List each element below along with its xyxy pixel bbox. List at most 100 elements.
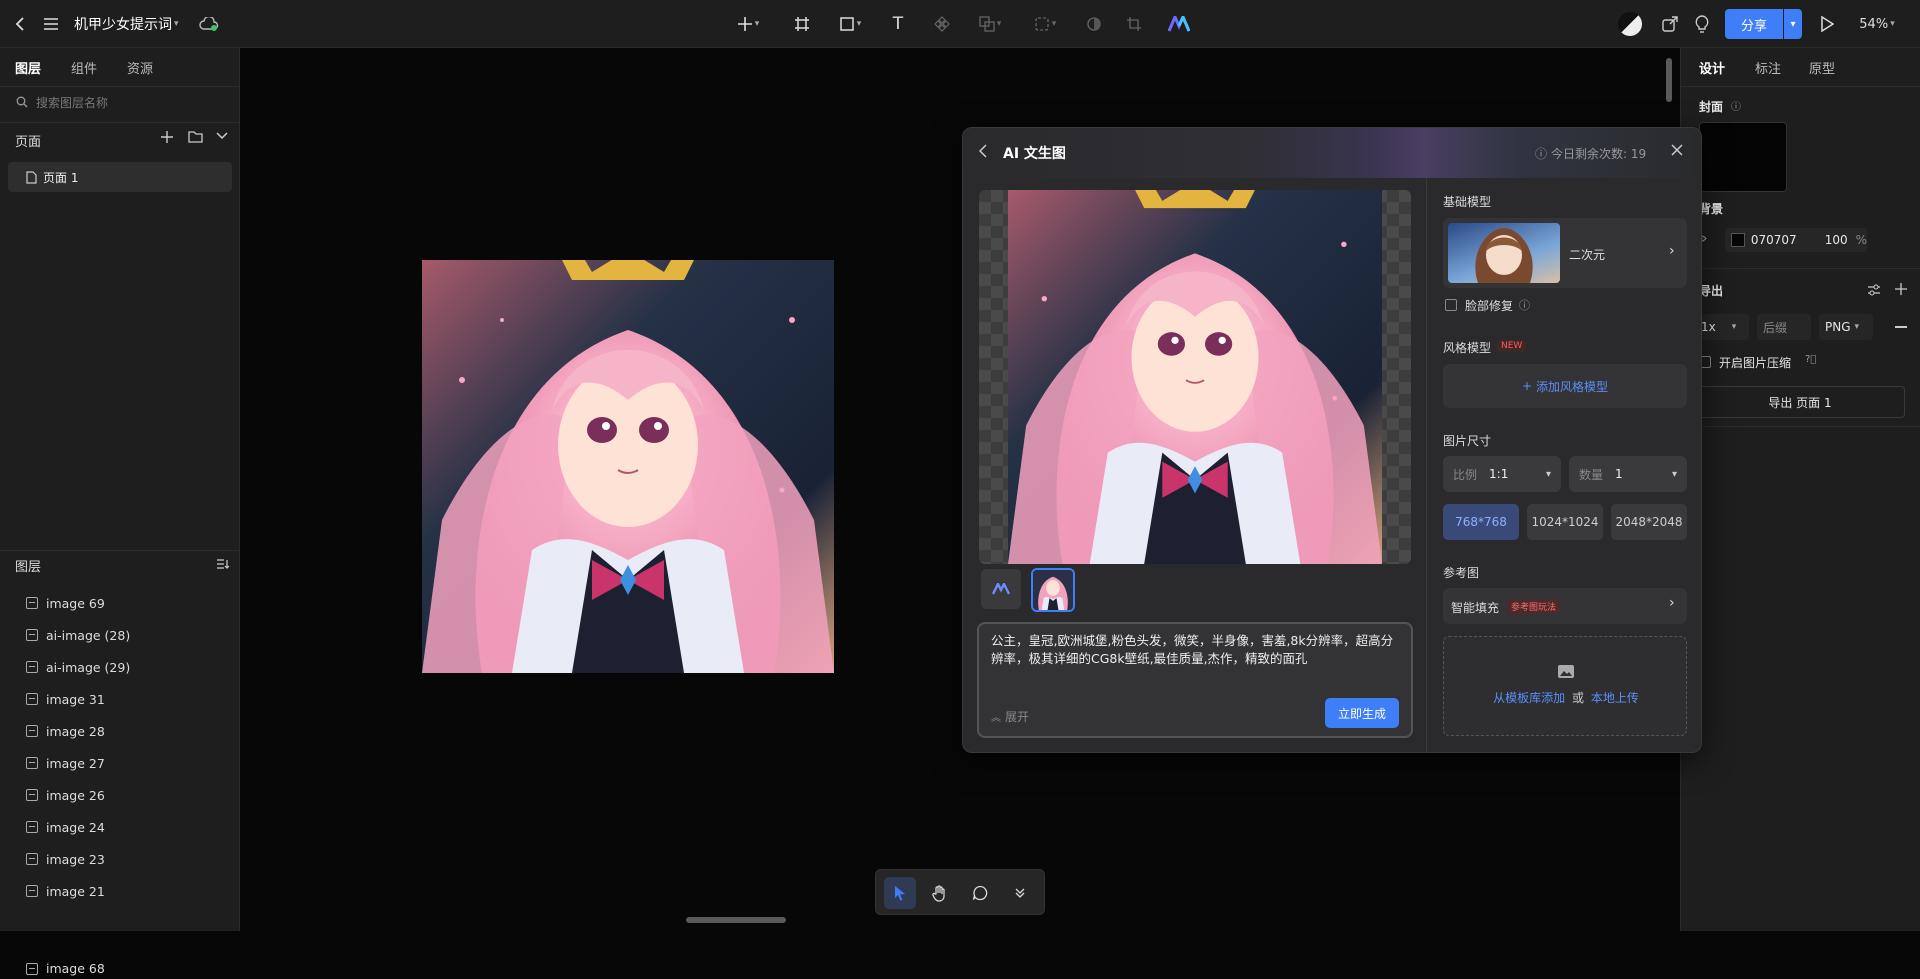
reference-upload-area[interactable]: 从模板库添加 或 本地上传	[1443, 636, 1687, 736]
add-style-button[interactable]: + 添加风格模型	[1443, 364, 1687, 408]
prompt-textarea[interactable]: 公主，皇冠,欧洲城堡,粉色头发，微笑，半身像，害羞,8k分辨率，超高分辨率，极其…	[991, 632, 1401, 668]
chevron-down-icon: ▾	[1890, 19, 1895, 29]
component-tool-icon[interactable]	[930, 12, 954, 36]
upload-local-link[interactable]: 本地上传	[1591, 691, 1639, 705]
export-settings-icon[interactable]	[1867, 284, 1881, 296]
size-option-2048[interactable]: 2048*2048	[1611, 504, 1687, 540]
cover-thumbnail[interactable]	[1699, 122, 1787, 192]
background-color-field[interactable]: 070707 100 %	[1725, 228, 1867, 252]
size-option-1024[interactable]: 1024*1024	[1527, 504, 1603, 540]
share-button[interactable]: 分享	[1725, 9, 1783, 39]
add-tool-button[interactable]: ▾	[728, 12, 768, 36]
tab-annotate[interactable]: 标注	[1755, 58, 1781, 77]
close-icon[interactable]	[1671, 144, 1685, 158]
page-icon	[26, 170, 37, 184]
lightbulb-icon[interactable]	[1690, 12, 1714, 36]
layer-item[interactable]: image 68	[26, 958, 105, 979]
layer-item[interactable]: image 69	[26, 590, 105, 616]
tab-assets[interactable]: 资源	[127, 58, 153, 77]
folder-icon[interactable]	[188, 130, 204, 146]
export-suffix-input[interactable]: 后缀	[1757, 314, 1811, 340]
crop-icon[interactable]	[1122, 12, 1146, 36]
avatar[interactable]	[1617, 12, 1643, 36]
rectangle-tool-button[interactable]: ▾	[830, 12, 870, 36]
base-model-label: 基础模型	[1443, 195, 1492, 209]
layer-item[interactable]: image 24	[26, 814, 105, 840]
background-label: 背景	[1699, 202, 1724, 216]
generate-button[interactable]: 立即生成	[1325, 698, 1399, 728]
comment-tool-icon[interactable]	[964, 877, 996, 909]
prompt-box[interactable]: 公主，皇冠,欧洲城堡,粉色头发，微笑，半身像，害羞,8k分辨率，超高分辨率，极其…	[977, 622, 1413, 738]
layer-item[interactable]: image 28	[26, 718, 105, 744]
tab-layers[interactable]: 图层	[15, 58, 41, 77]
image-icon	[26, 962, 38, 975]
base-model-card[interactable]: 二次元 ›	[1443, 218, 1687, 288]
boolean-tool-button[interactable]: ▾	[970, 12, 1010, 36]
share-export-icon[interactable]	[1658, 12, 1682, 36]
expand-toggle[interactable]: ︽ 展开	[991, 708, 1029, 725]
page-item[interactable]: 页面 1	[8, 162, 232, 192]
upload-from-template-link[interactable]: 从模板库添加	[1493, 691, 1565, 705]
divider	[0, 86, 240, 87]
layer-item[interactable]: image 26	[26, 782, 105, 808]
image-icon	[26, 597, 38, 609]
divider	[0, 550, 240, 551]
play-icon[interactable]	[1815, 12, 1839, 36]
tab-components[interactable]: 组件	[71, 58, 97, 77]
tab-prototype[interactable]: 原型	[1809, 58, 1835, 77]
select-tool-icon[interactable]	[884, 877, 916, 909]
text-tool-icon[interactable]: T	[886, 12, 910, 36]
face-fix-checkbox[interactable]	[1445, 299, 1457, 311]
add-export-icon[interactable]	[1895, 283, 1909, 297]
layer-item[interactable]: image 27	[26, 750, 105, 776]
mask-tool-button[interactable]: ▾	[1025, 12, 1065, 36]
frame-tool-icon[interactable]	[790, 12, 814, 36]
layer-search-input[interactable]: 搜索图层名称	[8, 90, 232, 114]
file-title[interactable]: 机甲少女提示词 ▾	[74, 12, 188, 36]
ratio-select[interactable]: 比例 1:1 ▾	[1443, 456, 1561, 492]
style-model-label: 风格模型	[1443, 341, 1492, 355]
compress-label: 开启图片压缩	[1719, 356, 1792, 370]
back-icon[interactable]	[10, 12, 30, 36]
layers-title: 图层	[15, 560, 42, 575]
top-toolbar: 机甲少女提示词 ▾ ▾ ▾ T ▾ ▾ 分享 ▾ 54% ▾	[0, 0, 1920, 48]
zoom-control[interactable]: 54% ▾	[1852, 12, 1902, 36]
layer-item[interactable]: image 21	[26, 878, 105, 904]
layer-item[interactable]: image 31	[26, 686, 105, 712]
bottom-tool-palette	[875, 869, 1045, 915]
share-dropdown-icon[interactable]: ▾	[1784, 9, 1802, 39]
ai-logo-icon[interactable]	[1166, 12, 1192, 36]
horizontal-scrollbar[interactable]	[686, 917, 786, 923]
ai-logo-thumbnail[interactable]	[981, 569, 1021, 609]
menu-icon[interactable]	[41, 12, 61, 36]
tab-design[interactable]: 设计	[1699, 58, 1725, 77]
search-placeholder: 搜索图层名称	[36, 95, 109, 110]
cloud-sync-icon[interactable]	[198, 12, 220, 36]
image-icon	[26, 693, 38, 705]
export-scale-select[interactable]: 1x ▾	[1695, 314, 1749, 340]
back-icon[interactable]	[979, 144, 993, 160]
layer-label: image 24	[46, 819, 105, 835]
canvas-image[interactable]	[422, 260, 834, 673]
layer-item[interactable]: ai-image (29)	[26, 654, 130, 680]
remove-export-icon[interactable]	[1895, 326, 1907, 328]
layer-label: image 68	[46, 961, 105, 976]
vertical-scrollbar[interactable]	[1666, 58, 1672, 102]
divider	[1681, 86, 1920, 87]
layer-item[interactable]: image 23	[26, 846, 105, 872]
page-item-label: 页面 1	[43, 170, 79, 185]
count-select[interactable]: 数量 1 ▾	[1569, 456, 1687, 492]
smart-fill-row[interactable]: 智能填充 参考图玩法 ›	[1443, 588, 1687, 624]
collapse-chevron-icon[interactable]	[216, 132, 230, 146]
generated-image[interactable]	[1008, 190, 1382, 564]
circle-fill-icon[interactable]	[1082, 12, 1106, 36]
result-thumbnail[interactable]	[1031, 568, 1075, 612]
size-option-768[interactable]: 768*768	[1443, 504, 1519, 540]
add-page-icon[interactable]	[160, 130, 176, 146]
more-tools-icon[interactable]	[1004, 877, 1036, 909]
export-format-select[interactable]: PNG ▾	[1819, 314, 1873, 340]
export-button[interactable]: 导出 页面 1	[1695, 386, 1905, 418]
layer-sort-icon[interactable]	[216, 558, 232, 572]
layer-item[interactable]: ai-image (28)	[26, 622, 130, 648]
hand-tool-icon[interactable]	[924, 877, 956, 909]
